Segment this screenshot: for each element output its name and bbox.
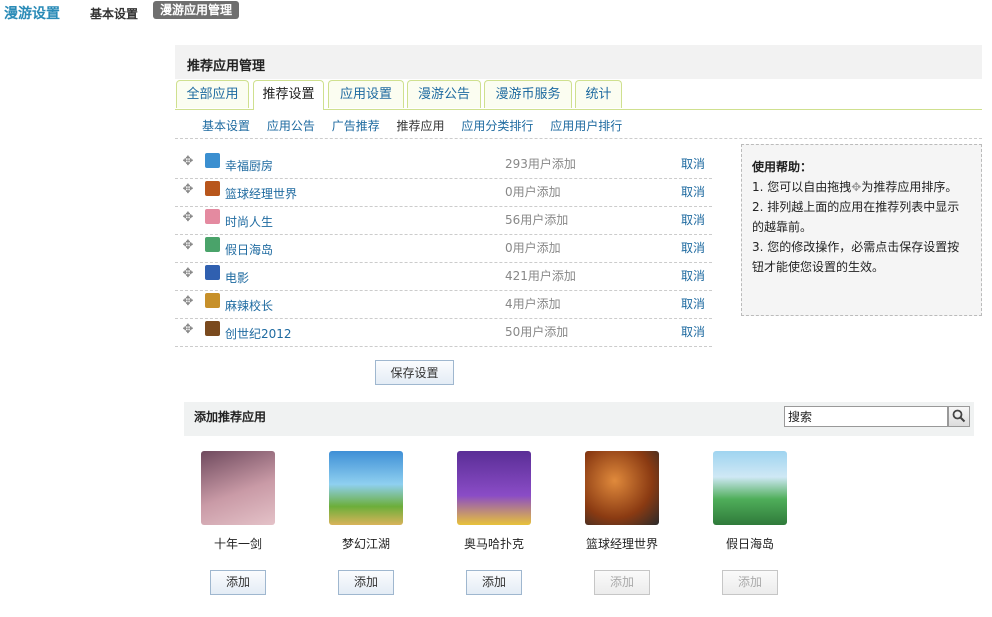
add-button[interactable]: 添加 — [594, 570, 650, 595]
fashion-icon — [205, 209, 220, 224]
add-button[interactable]: 添加 — [338, 570, 394, 595]
app-name[interactable]: 时尚人生 — [225, 213, 273, 230]
app-card-name: 篮球经理世界 — [585, 537, 658, 551]
subnav-recommend-apps[interactable]: 推荐应用 — [397, 119, 445, 133]
sword-game-icon[interactable] — [201, 451, 275, 525]
help-box: 使用帮助： 1. 您可以自由拖拽✥为推荐应用排序。 2. 排列越上面的应用在推荐… — [741, 144, 982, 316]
movie-icon — [205, 265, 220, 280]
app-card: 十年一剑 添加 — [188, 451, 288, 601]
tab-roaming-notice[interactable]: 漫游公告 — [407, 80, 481, 108]
tab-bar: 全部应用 推荐设置 应用设置 漫游公告 漫游币服务 统计 — [175, 80, 982, 110]
user-count: 56用户添加 — [505, 213, 569, 227]
app-card: 奥马哈扑克 添加 — [444, 451, 544, 601]
panel-title: 推荐应用管理 — [187, 59, 266, 74]
sub-navigation: 基本设置 应用公告 广告推荐 推荐应用 应用分类排行 应用用户排行 — [202, 117, 635, 134]
tab-recommend-settings[interactable]: 推荐设置 — [253, 80, 324, 110]
nav-basic-settings[interactable]: 基本设置 — [90, 5, 138, 22]
tab-all-apps[interactable]: 全部应用 — [176, 80, 249, 108]
drag-handle-icon[interactable]: ✥ — [181, 211, 195, 225]
search-icon — [952, 409, 966, 423]
drag-handle-icon[interactable]: ✥ — [181, 323, 195, 337]
user-count: 293用户添加 — [505, 157, 576, 171]
list-item[interactable]: ✥ 时尚人生 56用户添加 取消 — [175, 206, 712, 235]
cancel-link[interactable]: 取消 — [681, 323, 705, 340]
subnav-user-ranking[interactable]: 应用用户排行 — [550, 119, 622, 133]
app-card-name: 奥马哈扑克 — [463, 537, 524, 551]
list-item[interactable]: ✥ 麻辣校长 4用户添加 取消 — [175, 290, 712, 319]
help-title: 使用帮助： — [752, 160, 813, 174]
brand-title: 漫游设置 — [4, 6, 60, 22]
app-name[interactable]: 电影 — [225, 269, 249, 286]
poker-icon[interactable] — [457, 451, 531, 525]
app-card: 篮球经理世界 添加 — [572, 451, 672, 601]
drag-handle-icon[interactable]: ✥ — [181, 239, 195, 253]
save-settings-button[interactable]: 保存设置 — [375, 360, 454, 385]
add-button[interactable]: 添加 — [210, 570, 266, 595]
cancel-link[interactable]: 取消 — [681, 267, 705, 284]
app-card-name: 十年一剑 — [213, 537, 262, 551]
island-icon — [205, 237, 220, 252]
list-item[interactable]: ✥ 假日海岛 0用户添加 取消 — [175, 234, 712, 263]
add-button[interactable]: 添加 — [466, 570, 522, 595]
cancel-link[interactable]: 取消 — [681, 183, 705, 200]
basketball-icon[interactable] — [585, 451, 659, 525]
tab-coin-service[interactable]: 漫游币服务 — [484, 80, 572, 108]
app-card: 梦幻江湖 添加 — [316, 451, 416, 601]
app-name[interactable]: 麻辣校长 — [225, 297, 273, 314]
subnav-category-ranking[interactable]: 应用分类排行 — [461, 119, 533, 133]
island-icon[interactable] — [713, 451, 787, 525]
cancel-link[interactable]: 取消 — [681, 211, 705, 228]
subnav-ad-recommend[interactable]: 广告推荐 — [332, 119, 380, 133]
subnav-app-notice[interactable]: 应用公告 — [267, 119, 315, 133]
tab-statistics[interactable]: 统计 — [575, 80, 622, 108]
app-name[interactable]: 假日海岛 — [225, 241, 273, 258]
divider — [175, 138, 982, 139]
user-count: 50用户添加 — [505, 325, 569, 339]
app-card-name: 梦幻江湖 — [341, 537, 390, 551]
top-bar: 漫游设置 基本设置 漫游应用管理 — [0, 0, 992, 24]
kitchen-icon — [205, 153, 220, 168]
app-name[interactable]: 幸福厨房 — [225, 157, 273, 174]
drag-handle-icon[interactable]: ✥ — [181, 183, 195, 197]
fantasy-game-icon[interactable] — [329, 451, 403, 525]
app-card: 假日海岛 添加 — [700, 451, 800, 601]
user-count: 0用户添加 — [505, 241, 561, 255]
app-name[interactable]: 篮球经理世界 — [225, 185, 297, 202]
basketball-icon — [205, 181, 220, 196]
list-item[interactable]: ✥ 电影 421用户添加 取消 — [175, 262, 712, 291]
cancel-link[interactable]: 取消 — [681, 239, 705, 256]
list-item[interactable]: ✥ 创世纪2012 50用户添加 取消 — [175, 318, 712, 347]
tab-app-settings[interactable]: 应用设置 — [328, 80, 404, 108]
app-name[interactable]: 创世纪2012 — [225, 325, 292, 342]
help-line-1: 1. 您可以自由拖拽✥为推荐应用排序。 — [752, 180, 958, 194]
cancel-link[interactable]: 取消 — [681, 155, 705, 172]
add-section-title: 添加推荐应用 — [194, 410, 267, 424]
subnav-basic-settings[interactable]: 基本设置 — [202, 119, 250, 133]
search-input[interactable] — [784, 406, 948, 427]
school-icon — [205, 293, 220, 308]
add-button[interactable]: 添加 — [722, 570, 778, 595]
help-line-3: 3. 您的修改操作，必需点击保存设置按钮才能使您设置的生效。 — [752, 240, 960, 274]
cancel-link[interactable]: 取消 — [681, 295, 705, 312]
user-count: 0用户添加 — [505, 185, 561, 199]
drag-handle-icon[interactable]: ✥ — [181, 267, 195, 281]
add-recommend-header: 添加推荐应用 — [184, 402, 974, 436]
app-card-name: 假日海岛 — [725, 537, 774, 551]
user-count: 421用户添加 — [505, 269, 576, 283]
help-line-2: 2. 排列越上面的应用在推荐列表中显示的越靠前。 — [752, 200, 960, 234]
drag-handle-icon[interactable]: ✥ — [181, 155, 195, 169]
drag-handle-icon[interactable]: ✥ — [181, 295, 195, 309]
list-item[interactable]: ✥ 幸福厨房 293用户添加 取消 — [175, 150, 712, 179]
nav-roaming-app-management[interactable]: 漫游应用管理 — [153, 1, 240, 19]
drag-handle-icon: ✥ — [851, 180, 862, 194]
panel-header: 推荐应用管理 — [175, 45, 982, 79]
list-item[interactable]: ✥ 篮球经理世界 0用户添加 取消 — [175, 178, 712, 207]
search-button[interactable] — [948, 406, 970, 427]
genesis-icon — [205, 321, 220, 336]
user-count: 4用户添加 — [505, 297, 561, 311]
